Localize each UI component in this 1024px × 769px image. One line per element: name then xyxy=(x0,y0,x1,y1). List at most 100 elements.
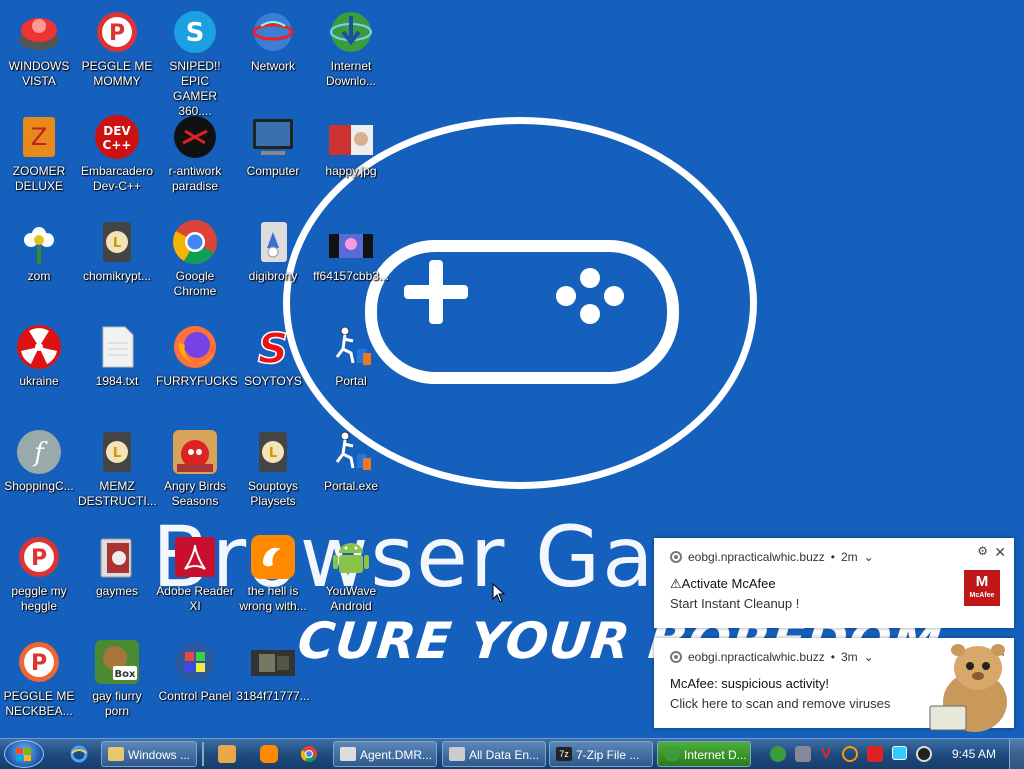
gear-icon[interactable]: ⚙ xyxy=(977,544,988,558)
desktop-icon-label: PEGGLE ME MOMMY xyxy=(81,59,153,88)
desktop-icon-souptoys[interactable]: L Souptoys Playsets xyxy=(234,428,312,509)
taskbar-button-windows-explorer[interactable]: Windows ... xyxy=(101,741,197,767)
text-file-icon xyxy=(93,323,141,371)
taskbar: Windows ... Agent.DMR... All Data En... … xyxy=(0,738,1024,769)
svg-text:S: S xyxy=(186,18,205,48)
taskbar-button-7zip[interactable]: 7z 7-Zip File ... xyxy=(549,741,653,767)
desktop-icon-google-chrome[interactable]: Google Chrome xyxy=(156,218,234,299)
portal-icon xyxy=(327,323,375,371)
desktop-icon-angry-birds[interactable]: Angry Birds Seasons xyxy=(156,428,234,509)
tray-mcafee-icon[interactable]: V xyxy=(818,746,834,762)
desktop-icon-portal[interactable]: Portal xyxy=(312,323,390,389)
idm-globe-icon xyxy=(664,747,680,761)
desktop-icon-memz[interactable]: L MEMZ DESTRUCTI... xyxy=(78,428,157,509)
start-button[interactable] xyxy=(4,740,44,768)
uc-browser-icon xyxy=(249,533,297,581)
desktop-icon-digibrony[interactable]: digibrony xyxy=(234,218,312,284)
angry-birds-icon xyxy=(171,428,219,476)
desktop-icon-soytoys[interactable]: S SOYTOYS xyxy=(234,323,312,389)
desktop-icon-portal-exe[interactable]: Portal.exe xyxy=(312,428,390,494)
desktop-icon-label: 3184f71777... xyxy=(236,689,310,703)
taskbar-button-internet-download[interactable]: Internet D... xyxy=(657,741,751,767)
desktop-icon-label: YouWave Android xyxy=(325,584,377,613)
zoomer-box-icon: Z xyxy=(15,113,63,161)
desktop-icon-label: PEGGLE ME NECKBEA... xyxy=(3,689,75,718)
desktop-icon-gay-fiurry[interactable]: Box gay fiurry porn xyxy=(78,638,156,719)
tray-network-icon[interactable] xyxy=(795,746,811,762)
clock[interactable]: 9:45 AM xyxy=(952,747,996,761)
desktop-icon-adobe-reader[interactable]: Adobe Reader XI xyxy=(156,533,234,614)
desktop-icon-label: SNIPED!! EPIC GAMER 360.... xyxy=(169,59,221,118)
antiwork-icon xyxy=(171,113,219,161)
desktop-icon-zoomer-deluxe[interactable]: Z ZOOMER DELUXE xyxy=(0,113,78,194)
desktop-icon-label: Control Panel xyxy=(158,689,232,703)
desktop-icon-computer[interactable]: Computer xyxy=(234,113,312,179)
taskbar-button-all-data[interactable]: All Data En... xyxy=(442,741,546,767)
desktop-icon-dev-cpp[interactable]: DEV C++ Embarcadero Dev-C++ xyxy=(78,113,156,194)
notification-header: eobgi.npracticalwhic.buzz • 2m ⌄ xyxy=(670,550,874,564)
tray-search-icon[interactable] xyxy=(842,746,858,762)
chevron-down-icon[interactable]: ⌄ xyxy=(864,650,874,664)
uc-browser-icon[interactable] xyxy=(260,745,278,763)
desktop-icon-label: zom xyxy=(27,269,51,283)
desktop-icon-youwave[interactable]: YouWave Android xyxy=(312,533,390,614)
gamepad-button-icon xyxy=(580,304,600,324)
internet-explorer-icon[interactable] xyxy=(70,745,88,763)
notification-activate-mcafee[interactable]: eobgi.npracticalwhic.buzz • 2m ⌄ ⚙ ✕ ⚠Ac… xyxy=(654,538,1014,628)
desktop-icon-gaymes[interactable]: gaymes xyxy=(78,533,156,599)
desktop-icon-shopping[interactable]: f ShoppingC... xyxy=(0,428,78,494)
desktop-icon-label: Angry Birds Seasons xyxy=(163,479,227,508)
desktop-icon-3184f[interactable]: 3184f71777... xyxy=(234,638,312,704)
window-icon xyxy=(449,747,465,761)
media-player-icon[interactable] xyxy=(218,745,236,763)
desktop-icon-chomikrypt[interactable]: L chomikrypt... xyxy=(78,218,156,284)
desktop-icon-label: Portal.exe xyxy=(323,479,379,493)
chrome-icon[interactable] xyxy=(300,745,318,763)
media-folder-icon xyxy=(93,533,141,581)
desktop-icon-ukraine[interactable]: ukraine xyxy=(0,323,78,389)
desktop-icon-label: the hell is wrong with... xyxy=(239,584,307,613)
soytoys-s-icon: S xyxy=(249,323,297,374)
firefox-icon xyxy=(171,323,219,371)
image-thumbnail-icon xyxy=(327,113,375,161)
chrome-icon xyxy=(171,218,219,266)
taskbar-button-agent-dmr[interactable]: Agent.DMR... xyxy=(333,741,437,767)
chevron-down-icon[interactable]: ⌄ xyxy=(864,550,874,564)
desktop-icon-happy-jpg[interactable]: happy.jpg xyxy=(312,113,390,179)
gamepad-dpad-icon xyxy=(429,260,443,324)
desktop-icon-sniped[interactable]: S SNIPED!! EPIC GAMER 360.... xyxy=(156,8,234,119)
desktop-icon-furryfucks[interactable]: FURRYFUCKS xyxy=(156,323,238,389)
desktop-icon-label: Internet Downlo... xyxy=(325,59,377,88)
desktop-icon-ff64157[interactable]: ff64157cbb3... xyxy=(312,218,390,284)
shortcut-file-icon: L xyxy=(249,428,297,476)
svg-text:DEV: DEV xyxy=(103,124,131,138)
desktop-icon-label: ff64157cbb3... xyxy=(313,269,389,283)
close-icon[interactable]: ✕ xyxy=(994,544,1006,561)
desktop-icon-windows-vista[interactable]: WINDOWS VISTA xyxy=(0,8,78,89)
control-panel-icon xyxy=(171,638,219,686)
desktop-icon-1984-txt[interactable]: 1984.txt xyxy=(78,323,156,389)
desktop-icon-label: WINDOWS VISTA xyxy=(8,59,70,88)
desktop-icon-control-panel[interactable]: Control Panel xyxy=(156,638,234,704)
desktop-icon-peggle-me-mommy[interactable]: P PEGGLE ME MOMMY xyxy=(78,8,156,89)
tray-idm-icon[interactable] xyxy=(770,746,786,762)
desktop-icon-label: Adobe Reader XI xyxy=(156,584,234,613)
folder-icon xyxy=(108,747,124,761)
tray-monitor-icon[interactable] xyxy=(892,746,907,760)
desktop-icon-peggle-my-heggle[interactable]: P peggle my heggle xyxy=(0,533,78,614)
notification-title: McAfee: suspicious activity! xyxy=(670,676,829,691)
tray-flag-icon[interactable] xyxy=(867,746,883,762)
computer-bowl-icon xyxy=(15,8,63,56)
desktop-icon-the-hell-is-wrong[interactable]: the hell is wrong with... xyxy=(234,533,312,614)
mouse-cursor-icon xyxy=(492,583,506,603)
desktop-icon-peggle-me-neckbea[interactable]: P PEGGLE ME NECKBEA... xyxy=(0,638,78,719)
svg-text:Z: Z xyxy=(31,123,47,151)
desktop-icon-network[interactable]: Network xyxy=(234,8,312,74)
tray-volume-icon[interactable] xyxy=(916,746,932,762)
svg-text:C++: C++ xyxy=(103,138,132,152)
desktop-icon-r-antiwork[interactable]: r-antiwork paradise xyxy=(156,113,234,194)
desktop-icon-label: happy.jpg xyxy=(325,164,377,178)
desktop-icon-zom[interactable]: zom xyxy=(0,218,78,284)
desktop-icon-internet-download[interactable]: Internet Downlo... xyxy=(312,8,390,89)
show-desktop-button[interactable] xyxy=(1009,739,1024,769)
